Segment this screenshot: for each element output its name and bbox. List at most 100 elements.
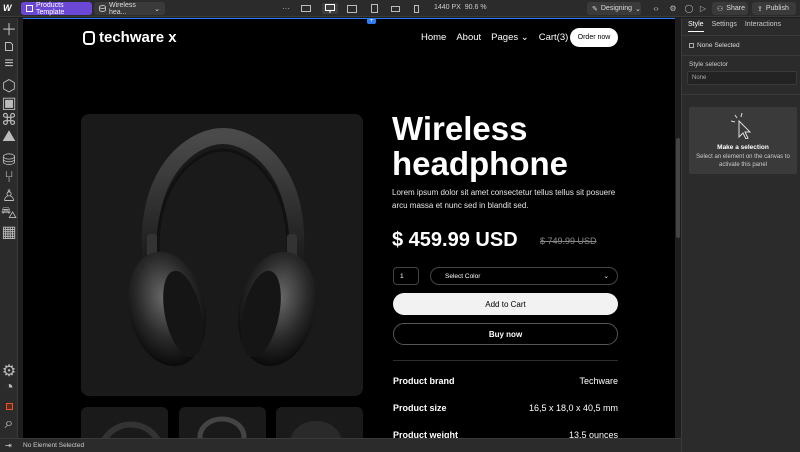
ecommerce-icon[interactable]: ⛍	[1, 205, 18, 222]
thumbnail[interactable]	[276, 407, 363, 438]
settings-icon[interactable]: ⚙	[667, 3, 679, 14]
left-sidebar: ＋ ≡ ⬡ ▣ ⌘ ⛰ ⛁ ⑂ ♙ ⛍ ▦ ⚙ ◔ ⌕	[0, 18, 18, 438]
tab-style[interactable]: Style	[688, 21, 704, 32]
order-now-button[interactable]: Order now	[570, 28, 618, 47]
components-icon[interactable]: ⬡	[2, 78, 16, 95]
color-select[interactable]: Select Color ⌄	[430, 267, 618, 285]
canvas-size-readout: 1440 PX 90.6 %	[434, 4, 487, 11]
headphone-illustration	[127, 127, 317, 367]
chevron-down-icon: ⌄	[154, 5, 160, 13]
scrollbar-thumb[interactable]	[676, 138, 680, 238]
more-button[interactable]: ···	[280, 3, 292, 14]
tablet-landscape-icon[interactable]	[346, 3, 358, 14]
make-selection-card: Make a selection Select an element on th…	[689, 107, 797, 174]
desktop-breakpoint-icon[interactable]	[322, 3, 338, 14]
canvas-width: 1440 PX	[434, 4, 461, 11]
status-bar: ⇥ No Element Selected	[0, 438, 681, 452]
spec-row: Product brand Techware	[393, 376, 618, 386]
cursor-click-icon	[731, 113, 752, 139]
spec-value: 16,5 x 18,0 x 40,5 mm	[528, 403, 618, 413]
audit-icon[interactable]: ◔	[4, 379, 14, 396]
code-icon[interactable]: ‹›	[650, 3, 662, 14]
product-price: $ 459.99 USD	[392, 229, 518, 251]
style-selector-input[interactable]: None	[687, 71, 797, 85]
color-select-label: Select Color	[445, 272, 481, 280]
rocket-icon: ⇪	[757, 5, 763, 13]
assets-icon[interactable]: ⛰	[2, 128, 15, 145]
component-chip-label: Products Template	[36, 1, 65, 16]
settings-icon[interactable]: ⚙	[2, 363, 16, 380]
top-toolbar: W Products Template Wireless hea... ⌄ ··…	[0, 0, 800, 17]
tab-settings[interactable]: Settings	[712, 21, 737, 32]
make-selection-title: Make a selection	[717, 144, 769, 151]
breadcrumb-icon[interactable]: ⇥	[5, 441, 12, 450]
add-section-handle[interactable]: +	[367, 19, 376, 24]
webflow-logo-icon[interactable]: W	[3, 3, 15, 14]
database-icon	[99, 5, 106, 12]
mode-label: Designing	[600, 5, 633, 12]
search-icon[interactable]: ⌕	[4, 415, 14, 432]
nav-home[interactable]: Home	[421, 32, 446, 43]
preview-play-icon[interactable]: ▷	[697, 3, 709, 14]
selection-checkbox-icon	[689, 43, 694, 48]
mode-dropdown[interactable]: ✎ Designing ⌄	[587, 2, 641, 15]
canvas-area: + techware x Home About Pages ⌄ Cart(3) …	[18, 18, 680, 438]
divider	[682, 55, 800, 56]
variables-icon[interactable]: ⌘	[1, 112, 17, 129]
selection-status: None Selected	[689, 42, 740, 49]
pages-icon[interactable]	[4, 41, 14, 51]
thumbnail[interactable]	[179, 407, 266, 438]
logo-text: techware x	[99, 29, 177, 46]
nav-pages[interactable]: Pages ⌄	[491, 32, 529, 43]
record-icon[interactable]	[4, 401, 14, 411]
spec-value: Techware	[579, 376, 618, 386]
style-selector-label: Style selector	[689, 61, 729, 68]
design-canvas[interactable]: + techware x Home About Pages ⌄ Cart(3) …	[23, 18, 675, 438]
page-selector[interactable]: Wireless hea... ⌄	[94, 1, 165, 16]
quantity-input[interactable]: 1	[393, 267, 419, 285]
page-selector-label: Wireless hea...	[109, 1, 136, 16]
add-panel-icon[interactable]: ＋	[1, 22, 17, 39]
product-image	[81, 114, 363, 396]
thumbnail[interactable]	[81, 407, 168, 438]
tab-interactions[interactable]: Interactions	[745, 21, 781, 32]
nav-pages-label: Pages	[491, 32, 519, 43]
comment-icon[interactable]: ◯	[683, 3, 695, 14]
brush-icon: ✎	[592, 5, 598, 13]
mobile-icon[interactable]	[410, 3, 422, 14]
chevron-down-icon: ⌄	[635, 5, 641, 13]
spec-row: Product size 16,5 x 18,0 x 40,5 mm	[393, 403, 618, 413]
publish-button[interactable]: ⇪ Publish	[752, 2, 796, 15]
share-label: Share	[726, 5, 745, 12]
site-logo[interactable]: techware x	[83, 29, 177, 46]
canvas-scrollbar[interactable]	[676, 18, 680, 438]
spec-key: Product brand	[393, 376, 455, 386]
product-description: Lorem ipsum dolor sit amet consectetur t…	[392, 188, 616, 210]
divider	[682, 94, 800, 95]
make-selection-text: Select an element on the canvas to activ…	[696, 154, 790, 168]
panel-tabs: Style Settings Interactions	[682, 18, 800, 36]
nav-about[interactable]: About	[456, 32, 481, 43]
add-to-cart-button[interactable]: Add to Cart	[393, 293, 618, 315]
users-icon[interactable]: ♙	[2, 188, 16, 205]
user-icon: ⚇	[717, 5, 724, 13]
tablet-icon[interactable]	[368, 3, 380, 14]
nav-cart[interactable]: Cart(3)	[539, 32, 569, 43]
selection-status-label: None Selected	[697, 42, 740, 49]
divider	[393, 360, 618, 361]
apps-icon[interactable]: ▦	[1, 224, 16, 241]
logic-icon[interactable]: ⑂	[4, 169, 14, 186]
desktop-star-icon[interactable]	[300, 3, 312, 14]
product-title: Wireless headphone	[392, 111, 568, 181]
share-button[interactable]: ⚇ Share	[712, 2, 748, 15]
cms-icon[interactable]: ⛁	[2, 152, 15, 169]
style-selectors-icon[interactable]: ▣	[1, 95, 16, 112]
navigator-icon[interactable]: ≡	[4, 55, 14, 72]
mobile-landscape-icon[interactable]	[389, 3, 401, 14]
publish-label: Publish	[765, 5, 789, 12]
style-panel: Style Settings Interactions None Selecte…	[681, 18, 800, 452]
buy-now-button[interactable]: Buy now	[393, 323, 618, 345]
component-chip[interactable]: Products Template	[21, 1, 92, 16]
chevron-down-icon: ⌄	[603, 273, 609, 280]
status-text: No Element Selected	[23, 442, 85, 449]
